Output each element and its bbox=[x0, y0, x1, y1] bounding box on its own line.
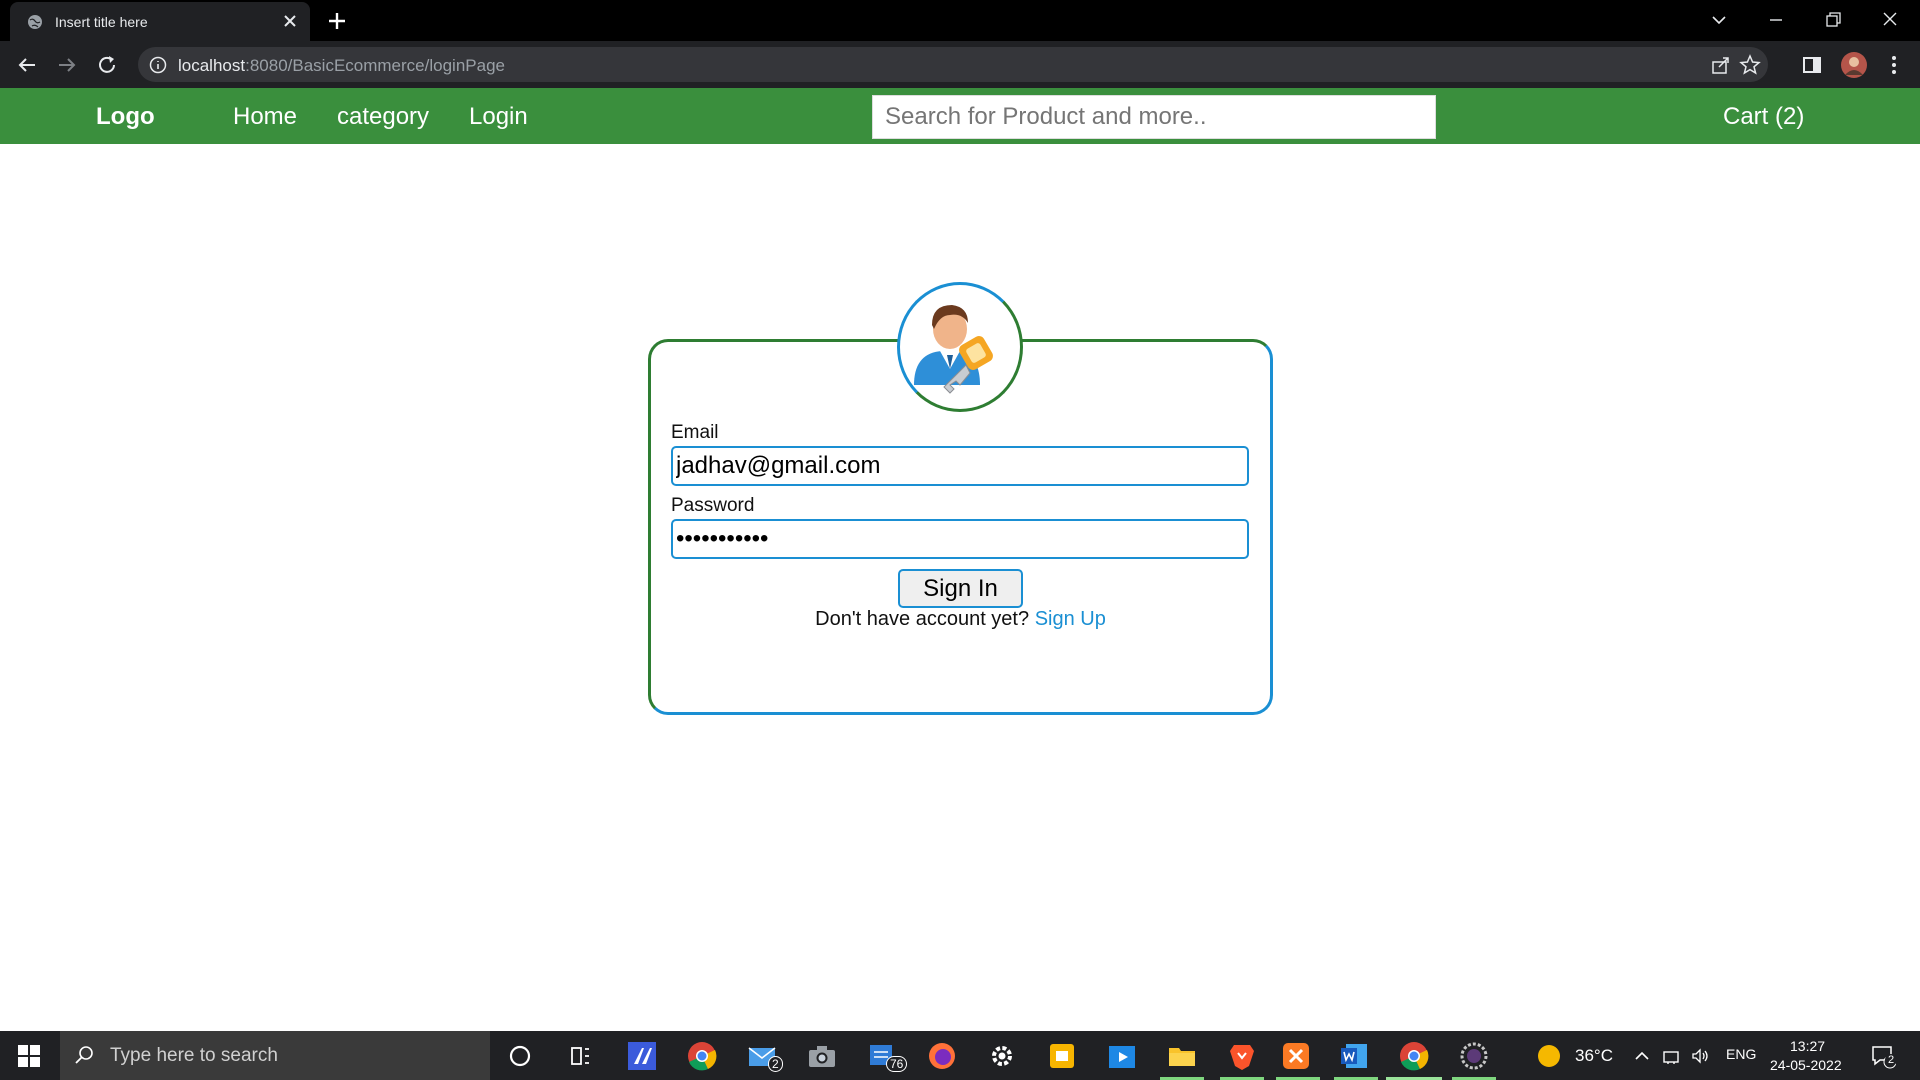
site-navbar: Logo Home category Login Cart (2) bbox=[0, 88, 1920, 144]
volume-icon[interactable] bbox=[1690, 1046, 1710, 1066]
sign-up-link[interactable]: Sign Up bbox=[1035, 608, 1106, 630]
cortana-icon[interactable] bbox=[504, 1040, 536, 1072]
chevron-up-icon[interactable] bbox=[1632, 1046, 1652, 1066]
browser-tab-strip: Insert title here bbox=[0, 0, 1920, 41]
firefox-app-icon[interactable] bbox=[926, 1040, 958, 1072]
url-text: localhost:8080/BasicEcommerce/loginPage bbox=[178, 56, 505, 76]
brave-app-icon[interactable] bbox=[1226, 1040, 1258, 1072]
url-path: :8080/BasicEcommerce/loginPage bbox=[245, 56, 505, 75]
windows-start-icon[interactable] bbox=[18, 1045, 40, 1067]
forward-arrow-icon[interactable] bbox=[55, 53, 79, 77]
nav-link-home[interactable]: Home bbox=[233, 103, 297, 131]
cart-link[interactable]: Cart (2) bbox=[1723, 103, 1804, 131]
tasks-badge: 76 bbox=[886, 1056, 908, 1072]
password-field-box bbox=[671, 519, 1249, 559]
close-window-icon[interactable] bbox=[1876, 8, 1904, 32]
eclipse-app-icon[interactable] bbox=[1458, 1040, 1490, 1072]
profile-avatar-icon[interactable] bbox=[1840, 51, 1868, 79]
clock-time[interactable]: 13:27 bbox=[1790, 1038, 1825, 1054]
browser-tab[interactable]: Insert title here bbox=[10, 2, 310, 41]
settings-gear-icon[interactable] bbox=[986, 1040, 1018, 1072]
share-icon[interactable] bbox=[1710, 54, 1732, 76]
brand-logo[interactable]: Logo bbox=[96, 103, 155, 131]
chrome-app-icon[interactable] bbox=[686, 1040, 718, 1072]
tab-title: Insert title here bbox=[55, 14, 148, 30]
word-app-icon[interactable] bbox=[1338, 1040, 1370, 1072]
signup-prompt-line: Don't have account yet? Sign Up bbox=[648, 608, 1273, 631]
url-host: localhost bbox=[178, 56, 246, 75]
camera-app-icon[interactable] bbox=[806, 1040, 838, 1072]
login-avatar bbox=[897, 282, 1023, 412]
reload-icon[interactable] bbox=[95, 53, 119, 77]
email-input[interactable] bbox=[673, 448, 1247, 484]
new-tab-icon[interactable] bbox=[326, 10, 348, 32]
tab-search-icon[interactable] bbox=[1705, 8, 1733, 32]
password-label: Password bbox=[671, 495, 755, 516]
vscode-app-icon[interactable] bbox=[626, 1040, 658, 1072]
taskbar-search-placeholder: Type here to search bbox=[110, 1045, 278, 1066]
weather-temperature[interactable]: 36°C bbox=[1575, 1046, 1613, 1066]
browser-toolbar: localhost:8080/BasicEcommerce/loginPage bbox=[0, 41, 1920, 88]
clock-date[interactable]: 24-05-2022 bbox=[1770, 1057, 1842, 1073]
site-info-icon[interactable] bbox=[149, 56, 167, 74]
sign-in-button[interactable]: Sign In bbox=[898, 569, 1023, 608]
bookmark-star-icon[interactable] bbox=[1739, 54, 1761, 76]
xampp-app-icon[interactable] bbox=[1280, 1040, 1312, 1072]
restore-icon[interactable] bbox=[1819, 8, 1847, 32]
side-panel-icon[interactable] bbox=[1800, 53, 1824, 77]
signup-prompt-text: Don't have account yet? bbox=[815, 608, 1030, 630]
nav-link-category[interactable]: category bbox=[337, 103, 429, 131]
address-bar[interactable]: localhost:8080/BasicEcommerce/loginPage bbox=[138, 47, 1768, 82]
product-search-box bbox=[872, 95, 1436, 139]
email-field-box bbox=[671, 446, 1249, 486]
mail-badge: 2 bbox=[768, 1056, 783, 1072]
weather-sun-icon[interactable] bbox=[1538, 1045, 1560, 1067]
network-icon[interactable] bbox=[1662, 1046, 1682, 1066]
password-input[interactable] bbox=[673, 521, 1247, 557]
more-menu-icon[interactable] bbox=[1882, 53, 1906, 77]
back-arrow-icon[interactable] bbox=[15, 53, 39, 77]
input-language[interactable]: ENG bbox=[1726, 1046, 1756, 1062]
task-view-icon[interactable] bbox=[564, 1040, 596, 1072]
close-tab-icon[interactable] bbox=[280, 11, 300, 31]
file-explorer-icon[interactable] bbox=[1166, 1040, 1198, 1072]
windows-taskbar: Type here to search 2 76 36°C ENG 13:27 … bbox=[0, 1031, 1920, 1080]
globe-icon bbox=[28, 15, 42, 29]
email-label: Email bbox=[671, 422, 719, 443]
taskbar-search-box[interactable]: Type here to search bbox=[60, 1031, 490, 1080]
minimize-icon[interactable] bbox=[1762, 8, 1790, 32]
nav-link-login[interactable]: Login bbox=[469, 103, 528, 131]
video-editor-app-icon[interactable] bbox=[1106, 1040, 1138, 1072]
user-key-icon bbox=[914, 305, 993, 394]
notification-count: 2 bbox=[1885, 1054, 1898, 1066]
search-icon bbox=[75, 1046, 93, 1064]
sticky-notes-app-icon[interactable] bbox=[1046, 1040, 1078, 1072]
product-search-input[interactable] bbox=[873, 96, 1435, 138]
chrome-active-app-icon[interactable] bbox=[1398, 1040, 1430, 1072]
